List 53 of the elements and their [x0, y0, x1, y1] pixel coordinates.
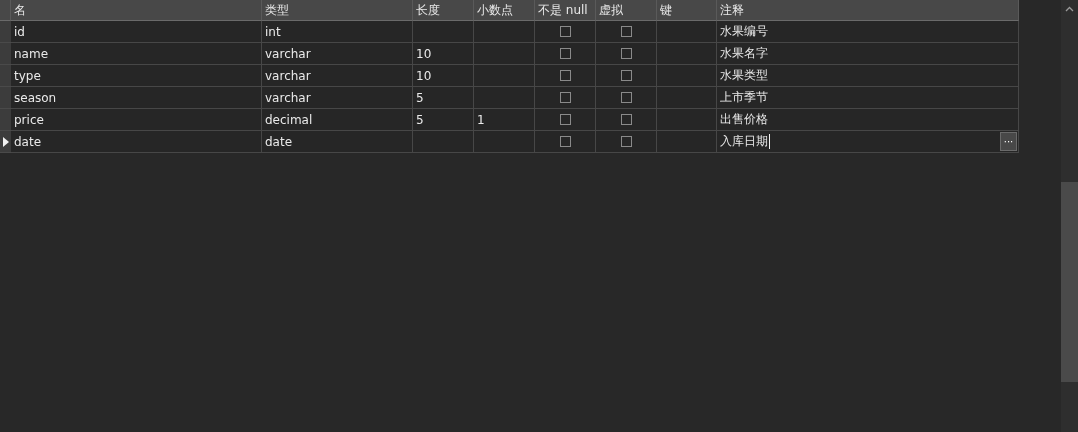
- column-header[interactable]: 长度: [413, 0, 474, 21]
- table-cell: 10: [413, 43, 474, 65]
- table-cell: 10: [413, 65, 474, 87]
- checkbox[interactable]: [620, 136, 632, 147]
- checkbox[interactable]: [559, 70, 571, 81]
- table-cell: 1: [474, 109, 535, 131]
- checkbox[interactable]: [559, 92, 571, 103]
- column-header[interactable]: 注释: [717, 0, 1019, 21]
- checkbox[interactable]: [559, 26, 571, 37]
- checkbox[interactable]: [620, 114, 632, 125]
- checkbox[interactable]: [620, 48, 632, 59]
- table-cell: date: [11, 131, 262, 153]
- column-header[interactable]: 名: [11, 0, 262, 21]
- checkbox[interactable]: [559, 48, 571, 59]
- table-cell: varchar: [262, 43, 413, 65]
- column-header[interactable]: 键: [657, 0, 717, 21]
- table-cell: 入库日期: [720, 133, 768, 150]
- checkbox[interactable]: [559, 114, 571, 125]
- table-cell: varchar: [262, 65, 413, 87]
- column-header[interactable]: 类型: [262, 0, 413, 21]
- scrollbar[interactable]: [1061, 0, 1078, 432]
- checkbox[interactable]: [620, 70, 632, 81]
- table-cell: 上市季节: [720, 89, 768, 106]
- table-cell: varchar: [262, 87, 413, 109]
- column-header[interactable]: 不是 null: [535, 0, 596, 21]
- table-cell: 水果名字: [720, 45, 768, 62]
- table-cell: name: [11, 43, 262, 65]
- checkbox[interactable]: [559, 136, 571, 147]
- scroll-up-icon[interactable]: [1065, 6, 1074, 12]
- scrollbar-thumb[interactable]: [1061, 182, 1078, 382]
- table-cell: 5: [413, 87, 474, 109]
- table-cell: int: [262, 21, 413, 43]
- current-row-icon: [3, 136, 9, 147]
- row-header[interactable]: [0, 131, 11, 153]
- table-cell: season: [11, 87, 262, 109]
- table-cell: 水果类型: [720, 67, 768, 84]
- checkbox[interactable]: [620, 26, 632, 37]
- column-header[interactable]: 小数点: [474, 0, 535, 21]
- table-cell: [413, 131, 474, 153]
- table-cell: type: [11, 65, 262, 87]
- table-cell: [413, 21, 474, 43]
- table-cell: decimal: [262, 109, 413, 131]
- column-header[interactable]: 虚拟: [596, 0, 657, 21]
- table-cell: price: [11, 109, 262, 131]
- table-cell: id: [11, 21, 262, 43]
- table-cell: date: [262, 131, 413, 153]
- table-cell: 出售价格: [720, 111, 768, 128]
- table-cell: 水果编号: [720, 23, 768, 40]
- header-corner: [0, 0, 11, 21]
- checkbox[interactable]: [620, 92, 632, 103]
- more-button[interactable]: ···: [1000, 132, 1017, 151]
- text-cursor: [769, 134, 770, 149]
- table-cell: 5: [413, 109, 474, 131]
